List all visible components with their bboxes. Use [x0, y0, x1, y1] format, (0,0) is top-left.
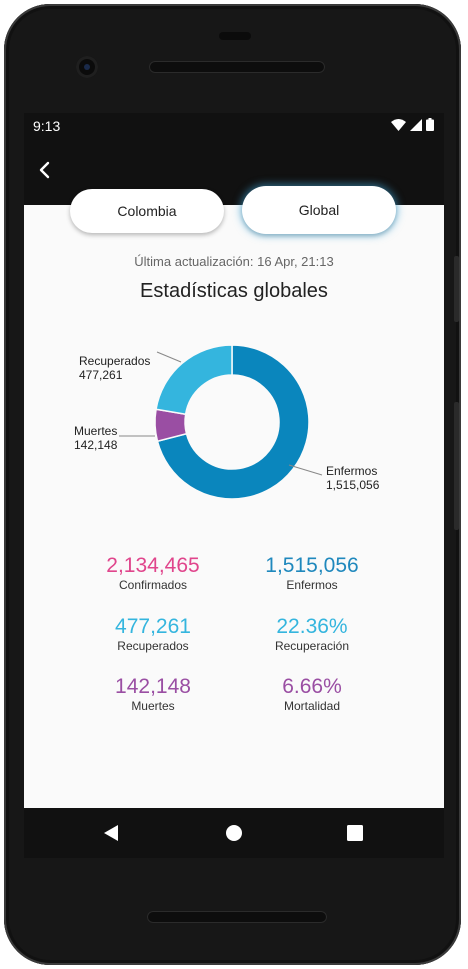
- donut-slice-recuperados: [155, 344, 233, 416]
- callout-name-enfermos: Enfermos: [326, 464, 377, 478]
- app-screen: 9:13 Colombia Global Última actualizació…: [24, 113, 444, 808]
- page-title: Estadísticas globales: [140, 280, 328, 302]
- android-nav-bar: [24, 808, 444, 858]
- back-arrow-icon[interactable]: [34, 159, 56, 181]
- top-speaker-grille: [149, 61, 325, 73]
- volume-button: [454, 402, 459, 530]
- status-time: 9:13: [33, 118, 61, 134]
- callout-value-muertes: 142,148: [74, 438, 118, 452]
- power-button: [454, 256, 459, 322]
- tab-global[interactable]: Global: [242, 186, 396, 234]
- last-update-text: Última actualización: 16 Apr, 21:13: [134, 254, 334, 269]
- stat-recovery-rate-label: Recuperación: [274, 639, 350, 653]
- stat-mortality: 6.66% Mortalidad: [212, 675, 412, 714]
- callout-line-recuperados: [156, 351, 182, 363]
- nav-recents-icon[interactable]: [346, 823, 364, 843]
- stat-sick-value: 1,515,056: [265, 554, 359, 577]
- donut-chart: Enfermos1,515,056 Muertes142,148 Recuperad…: [74, 344, 380, 500]
- stat-mortality-value: 6.66%: [282, 675, 342, 698]
- tab-colombia[interactable]: Colombia: [70, 189, 224, 233]
- nav-back-icon[interactable]: [102, 823, 120, 843]
- callout-name-recuperados: Recuperados: [79, 354, 150, 368]
- callout-name-muertes: Muertes: [74, 424, 117, 438]
- battery-icon: [426, 118, 434, 131]
- stat-mortality-label: Mortalidad: [283, 699, 341, 713]
- nav-home-icon[interactable]: [224, 823, 244, 843]
- bottom-speaker-grille: [147, 911, 327, 923]
- wifi-icon: [391, 118, 406, 131]
- status-bar: 9:13: [24, 113, 444, 139]
- stat-recovery-rate-value: 22.36%: [276, 615, 348, 638]
- stat-sick-label: Enfermos: [286, 578, 338, 592]
- stat-recovery-rate: 22.36% Recuperación: [212, 615, 412, 654]
- callout-value-enfermos: 1,515,056: [326, 478, 380, 492]
- earpiece: [219, 32, 251, 40]
- callout-value-recuperados: 477,261: [79, 368, 123, 382]
- callout-line-enfermos: [288, 464, 323, 476]
- cell-signal-icon: [410, 118, 422, 131]
- front-camera: [76, 56, 98, 78]
- stat-sick: 1,515,056 Enfermos: [212, 554, 412, 593]
- status-icons: [391, 118, 434, 131]
